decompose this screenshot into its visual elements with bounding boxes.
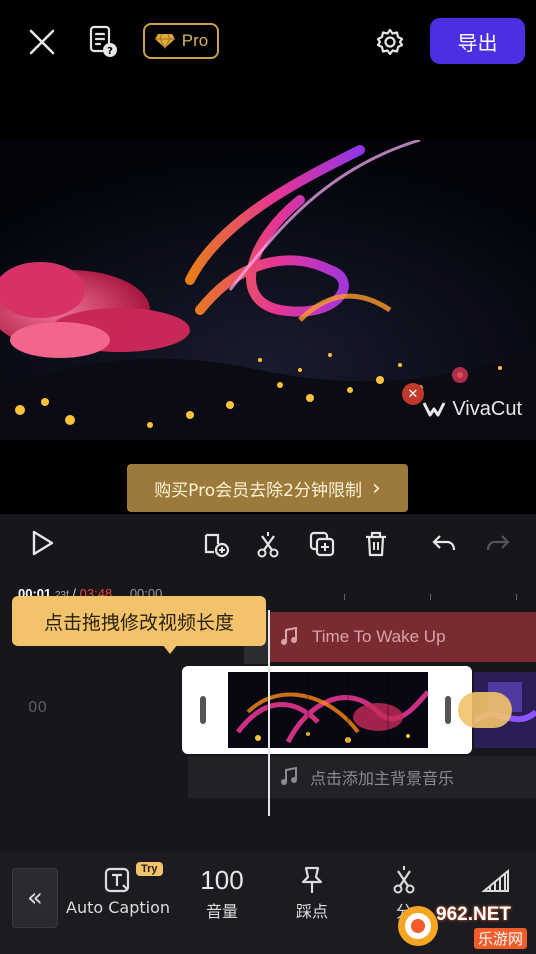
pro-badge[interactable]: Pro	[143, 23, 219, 59]
split-icon	[390, 862, 418, 898]
export-button[interactable]: 导出	[430, 18, 525, 64]
music-note-icon	[281, 767, 297, 785]
vivacut-watermark: VivaCut	[422, 398, 522, 421]
collapse-button[interactable]: «	[12, 868, 58, 928]
tool-label: 踩点	[295, 902, 328, 921]
preview-frame-image	[0, 140, 536, 440]
redo-icon[interactable]	[482, 528, 514, 560]
site-watermark: 962.NET 乐游网	[396, 902, 532, 950]
gear-icon[interactable]	[372, 24, 408, 60]
undo-icon[interactable]	[428, 528, 460, 560]
remove-watermark-close-icon[interactable]: ✕	[402, 383, 424, 405]
ruler-tick	[344, 594, 345, 600]
diamond-icon	[154, 33, 175, 49]
auto-caption-icon	[103, 862, 133, 898]
site-watermark-text: 乐游网	[474, 928, 528, 949]
music-note-icon	[281, 627, 297, 645]
signal-icon	[481, 862, 511, 898]
duplicate-icon[interactable]	[306, 528, 338, 560]
scissors-icon[interactable]	[252, 528, 284, 560]
chevron-right-icon: ›	[371, 475, 381, 501]
buy-pro-banner[interactable]: 购买Pro会员去除2分钟限制 ›	[127, 464, 408, 512]
track-time-label: 00	[28, 698, 48, 716]
help-document-icon[interactable]: ?	[86, 24, 122, 60]
add-clip-icon[interactable]	[200, 528, 232, 560]
tool-signal[interactable]	[476, 862, 516, 898]
clip-trim-handle-right[interactable]	[445, 696, 451, 724]
try-badge: Try	[136, 862, 163, 876]
drag-hint-tooltip: 点击拖拽修改视频长度	[12, 596, 266, 646]
volume-value: 100	[200, 864, 244, 895]
site-watermark-number: 962.NET	[436, 904, 511, 925]
pin-icon	[299, 862, 325, 898]
transition-marker[interactable]	[458, 692, 512, 728]
tool-label: 音量	[205, 902, 238, 921]
trash-icon[interactable]	[360, 528, 392, 560]
tool-label: Auto Caption	[66, 898, 171, 917]
tool-volume[interactable]: 100 音量	[192, 862, 252, 922]
add-background-music-track[interactable]: 点击添加主背景音乐	[188, 756, 536, 798]
buy-pro-label: 购买Pro会员去除2分钟限制	[154, 480, 362, 501]
ruler-tick	[516, 594, 517, 600]
pro-badge-label: Pro	[181, 31, 209, 50]
close-icon[interactable]	[24, 24, 60, 60]
add-music-label: 点击添加主背景音乐	[310, 769, 455, 788]
music-track-title: Time To Wake Up	[312, 627, 446, 646]
clip-trim-handle-left[interactable]	[200, 696, 206, 724]
video-clip-thumbnail	[228, 672, 428, 748]
tooltip-arrow	[162, 644, 178, 654]
music-track[interactable]: Time To Wake Up	[270, 612, 536, 662]
playhead[interactable]	[268, 610, 270, 816]
vivacut-logo-icon	[422, 401, 446, 416]
svg-text:?: ?	[107, 46, 113, 57]
play-icon[interactable]	[26, 526, 60, 560]
tool-beat-point[interactable]: 踩点	[284, 862, 340, 922]
video-preview[interactable]	[0, 140, 536, 440]
ruler-tick	[430, 594, 431, 600]
watermark-text: VivaCut	[452, 398, 522, 420]
